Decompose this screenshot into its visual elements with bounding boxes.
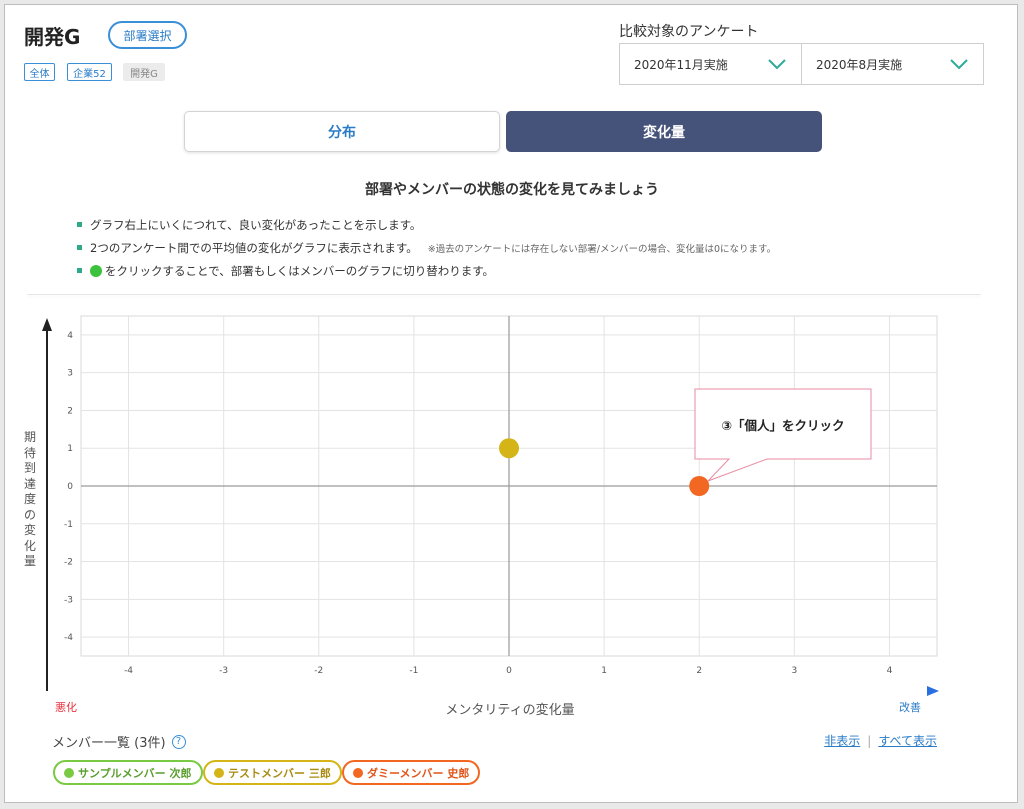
y-tick-label: 4 [67, 331, 73, 341]
breadcrumb-all[interactable]: 全体 [24, 63, 55, 81]
y-tick-label: -2 [64, 558, 73, 568]
x-tick-label: 4 [887, 666, 893, 676]
scatter-chart: -4 -3 -2 -1 0 1 2 3 4 4 3 2 1 0 -1 -2 -3 -4 [42, 315, 939, 696]
x-axis-worse-label: 悪化 [55, 701, 77, 714]
intro-bullets: グラフ右上にいくにつれて、良い変化があったことを示します。 2つのアンケート間で… [77, 213, 776, 282]
survey-a-value: 2020年11月実施 [634, 57, 728, 72]
y-axis-arrowhead [42, 318, 52, 331]
bullet-note: ※過去のアンケートには存在しない部署/メンバーの場合、変化量は0になります。 [427, 243, 777, 255]
page-title: 開発G [24, 25, 81, 49]
help-icon[interactable]: ? [171, 734, 186, 749]
member-list-links: 非表示 | すべて表示 [824, 732, 937, 749]
member-color-dot [64, 767, 74, 778]
chevron-down-icon [950, 59, 968, 70]
show-all-link[interactable]: すべて表示 [878, 732, 937, 749]
member-chip-label: サンプルメンバー 次郎 [78, 766, 192, 780]
survey-b-select[interactable]: 2020年8月実施 [801, 43, 984, 85]
breadcrumb-current: 開発G [123, 63, 165, 81]
member-chip-label: テストメンバー 三郎 [228, 766, 331, 780]
breadcrumb-company[interactable]: 企業52 [67, 63, 112, 81]
y-axis-label: 期待到達度の変化量 [23, 430, 36, 568]
member-list-title: メンバー一覧 (3件) ? [52, 732, 186, 751]
member-color-dot [353, 767, 363, 778]
bullet-item: グラフ右上にいくにつれて、良い変化があったことを示します。 [77, 213, 776, 236]
x-axis-arrowhead [927, 686, 939, 696]
x-tick-label: -3 [219, 666, 228, 676]
x-axis-better-label: 改善 [899, 701, 921, 714]
survey-b-value: 2020年8月実施 [816, 57, 903, 72]
bullet-item: をクリックすることで、部署もしくはメンバーのグラフに切り替わります。 [77, 259, 776, 282]
dept-select-button[interactable]: 部署選択 [108, 21, 187, 49]
bullet-text: をクリックすることで、部署もしくはメンバーのグラフに切り替わります。 [105, 263, 495, 278]
bullet-item: 2つのアンケート間での平均値の変化がグラフに表示されます。 ※過去のアンケートに… [77, 236, 776, 259]
x-tick-label: -4 [124, 666, 133, 676]
divider [27, 294, 981, 295]
data-point [499, 438, 519, 459]
member-chip-saburo[interactable]: テストメンバー 三郎 [203, 760, 342, 785]
app-window: 開発G 部署選択 全体 企業52 開発G 比較対象のアンケート 2020年11月… [4, 4, 1018, 803]
y-tick-label: 0 [67, 482, 73, 492]
x-tick-label: 3 [791, 666, 797, 676]
y-tick-label: -1 [64, 520, 73, 530]
y-tick-label: 2 [67, 406, 73, 416]
member-chip-jiro[interactable]: サンプルメンバー 次郎 [53, 760, 203, 785]
tab-distribution[interactable]: 分布 [184, 111, 500, 152]
callout-annotation: ③「個人」をクリック [721, 417, 845, 433]
member-chip-shiro[interactable]: ダミーメンバー 史郎 [342, 760, 481, 785]
x-tick-label: -2 [314, 666, 323, 676]
compare-label: 比較対象のアンケート [619, 24, 759, 40]
link-separator: | [867, 733, 872, 748]
x-tick-label: 2 [696, 666, 702, 676]
x-tick-label: 1 [601, 666, 607, 676]
tab-change-amount[interactable]: 変化量 [506, 111, 822, 152]
y-tick-label: -4 [64, 633, 73, 643]
bullet-marker [77, 222, 82, 227]
x-tick-label: -1 [409, 666, 418, 676]
y-tick-label: 1 [67, 444, 73, 454]
hide-link[interactable]: 非表示 [824, 732, 860, 749]
survey-a-select[interactable]: 2020年11月実施 [619, 43, 802, 85]
member-color-dot [214, 767, 224, 778]
x-axis-label: メンタリティの変化量 [445, 703, 575, 718]
intro-heading: 部署やメンバーの状態の変化を見てみましょう [365, 182, 659, 198]
bullet-text: 2つのアンケート間での平均値の変化がグラフに表示されます。 [90, 240, 418, 255]
x-tick-label: 0 [506, 666, 512, 676]
y-tick-label: -3 [64, 595, 73, 605]
data-point [689, 476, 710, 496]
bullet-text: グラフ右上にいくにつれて、良い変化があったことを示します。 [90, 217, 422, 232]
chevron-down-icon [768, 59, 786, 70]
y-tick-label: 3 [67, 369, 73, 379]
bullet-marker [77, 268, 82, 273]
view-tabs: 分布 変化量 [184, 111, 822, 152]
member-list-title-text: メンバー一覧 (3件) [52, 736, 166, 751]
member-chip-label: ダミーメンバー 史郎 [367, 766, 470, 780]
green-dot-icon [90, 264, 102, 277]
bullet-marker [77, 245, 82, 250]
